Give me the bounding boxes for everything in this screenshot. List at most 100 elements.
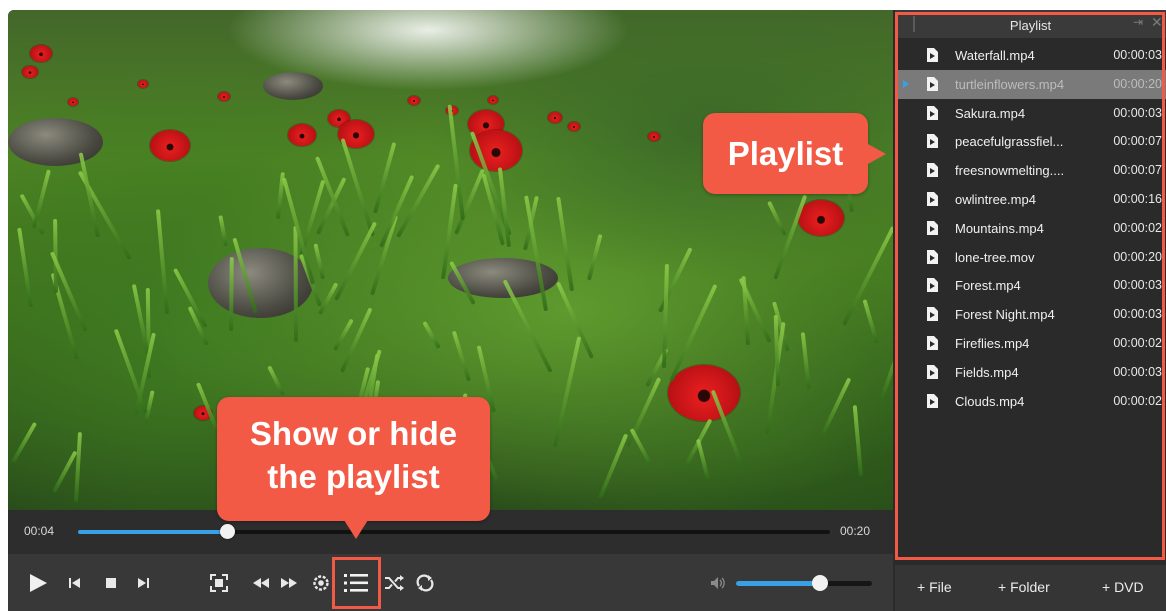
playlist-item-duration: 00:00:03 xyxy=(1113,48,1162,62)
grass-blade xyxy=(155,208,169,314)
playlist-row[interactable]: Sakura.mp4 00:00:03 xyxy=(895,99,1166,128)
playlist-header: Playlist ⇥ ✕ xyxy=(895,10,1166,38)
volume-icon[interactable] xyxy=(705,570,731,596)
grass-blade xyxy=(218,215,228,247)
current-time: 00:04 xyxy=(24,524,55,538)
grass-blade xyxy=(696,438,710,480)
close-icon[interactable]: ✕ xyxy=(1151,14,1163,31)
red-poppy-flower xyxy=(488,96,498,104)
grass-blade xyxy=(879,325,893,402)
playlist-item-duration: 00:00:02 xyxy=(1113,220,1162,235)
grass-blade xyxy=(767,200,788,236)
video-file-icon xyxy=(927,393,938,408)
grass-blade xyxy=(313,243,325,280)
seek-progress xyxy=(78,530,229,534)
grass-blade xyxy=(10,422,37,464)
playlist-row[interactable]: Fireflies.mp4 00:00:02 xyxy=(895,329,1166,358)
previous-icon[interactable] xyxy=(62,570,88,596)
playlist-row[interactable]: Forest.mp4 00:00:03 xyxy=(895,271,1166,300)
red-poppy-flower xyxy=(68,98,78,106)
playlist-item-duration: 00:00:16 xyxy=(1113,191,1162,206)
video-file-icon xyxy=(927,48,938,62)
grass-blade xyxy=(293,225,298,342)
playlist-item-duration: 00:00:02 xyxy=(1113,335,1162,350)
playlist-item-name: Forest Night.mp4 xyxy=(955,307,1055,323)
grass-blade xyxy=(452,330,472,382)
gear-icon[interactable] xyxy=(308,570,334,596)
next-icon[interactable] xyxy=(130,570,156,596)
add-folder-button[interactable]: + Folder xyxy=(998,579,1050,595)
grass-blade xyxy=(78,152,100,237)
playlist-row[interactable]: Mountains.mp4 00:00:02 xyxy=(895,214,1166,243)
playlist-row[interactable]: peacefulgrassfiel... 00:00:07 xyxy=(895,127,1166,156)
playlist-panel: Playlist ⇥ ✕ Waterfall.mp4 00:00:03 turtle… xyxy=(895,10,1166,611)
grass-blade xyxy=(173,267,209,328)
playlist-item-duration: 00:00:03 xyxy=(1113,307,1162,322)
rock xyxy=(8,118,103,166)
playlist-toggle-icon[interactable] xyxy=(341,568,371,598)
pin-icon[interactable]: ⇥ xyxy=(1133,15,1143,29)
grass-blade xyxy=(340,137,375,237)
toggle-callout-line-1: Show or hide xyxy=(249,415,458,452)
seek-bar[interactable] xyxy=(78,524,830,539)
playlist-callout-pointer xyxy=(866,143,886,165)
playlist-callout-text: Playlist xyxy=(727,135,844,172)
repeat-icon[interactable] xyxy=(412,570,438,596)
playlist-row[interactable]: Fields.mp4 00:00:03 xyxy=(895,358,1166,387)
grass-blade xyxy=(626,377,662,448)
playlist-item-name: Mountains.mp4 xyxy=(955,220,1044,236)
control-bar xyxy=(8,554,893,611)
seek-handle[interactable] xyxy=(220,524,236,539)
playlist-title: Playlist xyxy=(1009,18,1052,33)
add-file-button[interactable]: + File xyxy=(917,579,952,595)
grass-blade xyxy=(228,256,234,331)
grass-blade xyxy=(17,227,34,308)
grass-blade xyxy=(372,141,397,214)
grass-blade xyxy=(556,196,575,291)
video-file-icon xyxy=(927,335,938,350)
volume-slider[interactable] xyxy=(736,575,872,591)
fullscreen-icon[interactable] xyxy=(206,570,232,596)
red-poppy-flower xyxy=(798,200,844,236)
grass-blade xyxy=(586,234,603,281)
grass-blade xyxy=(773,194,808,280)
fast-forward-icon[interactable] xyxy=(276,570,302,596)
grass-blade xyxy=(266,365,285,396)
playlist-item-name: freesnowmelting.... xyxy=(955,163,1065,179)
stop-icon[interactable] xyxy=(98,570,124,596)
video-file-icon xyxy=(927,105,938,120)
add-dvd-button[interactable]: + DVD xyxy=(1102,579,1144,595)
playlist-row[interactable]: freesnowmelting.... 00:00:07 xyxy=(895,156,1166,185)
playlist-item-duration: 00:00:03 xyxy=(1113,105,1162,120)
now-playing-icon xyxy=(903,79,909,88)
red-poppy-flower xyxy=(150,130,190,161)
shuffle-icon[interactable] xyxy=(381,570,407,596)
playlist-item-name: peacefulgrassfiel... xyxy=(955,134,1064,150)
playlist-row[interactable]: Waterfall.mp4 00:00:03 xyxy=(895,41,1166,70)
playlist-row[interactable]: turtleinflowers.mp4 00:00:20 xyxy=(895,69,1166,99)
play-icon[interactable] xyxy=(25,570,51,596)
grass-blade xyxy=(852,404,864,476)
red-poppy-flower xyxy=(22,66,38,78)
playlist-items: Waterfall.mp4 00:00:03 turtleinflowers.mp4… xyxy=(895,41,1166,415)
playlist-item-duration: 00:00:03 xyxy=(1113,278,1162,293)
playlist-callout: Playlist xyxy=(703,113,868,194)
video-file-icon xyxy=(927,278,938,293)
grass-blade xyxy=(32,169,52,229)
playlist-item-name: turtleinflowers.mp4 xyxy=(955,76,1065,92)
grass-blade xyxy=(552,336,582,448)
rewind-icon[interactable] xyxy=(248,570,274,596)
playlist-row[interactable]: Clouds.mp4 00:00:02 xyxy=(895,387,1166,416)
volume-handle[interactable] xyxy=(812,575,829,591)
red-poppy-flower xyxy=(568,122,580,131)
playlist-row[interactable]: Forest Night.mp4 00:00:03 xyxy=(895,300,1166,329)
playlist-item-duration: 00:00:07 xyxy=(1113,163,1162,178)
video-file-icon xyxy=(927,134,938,149)
playlist-row[interactable]: lone-tree.mov 00:00:20 xyxy=(895,243,1166,272)
playlist-row[interactable]: owlintree.mp4 00:00:16 xyxy=(895,185,1166,214)
grass-blade xyxy=(862,299,880,345)
video-file-icon xyxy=(927,163,938,178)
total-time: 00:20 xyxy=(840,524,871,538)
playlist-item-duration: 00:00:20 xyxy=(1113,249,1162,264)
playlist-item-name: Sakura.mp4 xyxy=(955,105,1026,121)
